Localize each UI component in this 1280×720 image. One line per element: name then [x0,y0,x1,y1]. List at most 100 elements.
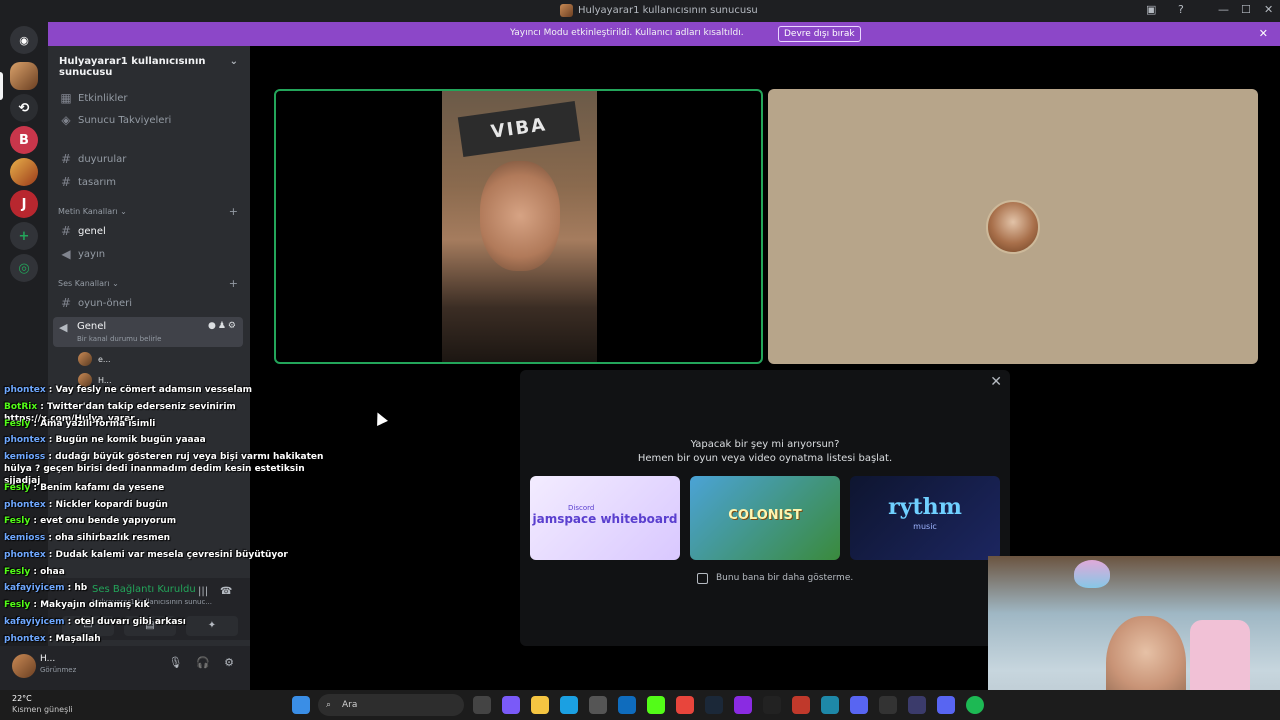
user-panel: H... Görünmez 🎙 🎧 ⚙ [0,646,250,690]
speaker-icon: ◀ [61,247,71,261]
close-banner-icon[interactable]: ✕ [1259,27,1268,40]
channel-label: genel [78,225,106,237]
server-icon-2[interactable]: ⟲ [10,94,38,122]
app-icon-teal[interactable] [821,696,839,714]
copilot-icon[interactable] [502,696,520,714]
inbox-icon[interactable]: ▣ [1146,3,1156,16]
voice-channel-genel[interactable]: ◀ Genel Bir kanal durumu belirle ●♟⚙ [53,317,243,347]
chrome-icon[interactable] [676,696,694,714]
microphone-icon[interactable]: 🎙 [168,656,182,669]
store-icon[interactable] [589,696,607,714]
chat-text: Ama yazılı forma isimli [40,419,156,429]
help-icon[interactable]: ? [1178,3,1184,16]
maximize-button[interactable]: ☐ [1241,3,1251,16]
headphones-icon[interactable]: 🎧 [196,656,210,669]
server-icon-5[interactable]: J [10,190,38,218]
taskbar-search[interactable]: ⌕ Ara [318,694,464,716]
chat-separator: : [30,419,41,429]
modal-prompt: Hemen bir oyun veya video oynatma listes… [637,453,893,464]
start-icon[interactable] [292,696,310,714]
close-icon[interactable]: ✕ [990,374,1002,390]
activity-sublabel: music [913,522,937,531]
server-icon-4[interactable] [10,158,38,186]
activity-card-whiteboard[interactable]: Discord jamspace whiteboard [530,476,680,560]
add-channel-icon[interactable]: + [229,205,238,218]
chat-separator: : [64,583,75,593]
chat-username: phontex [4,550,46,560]
minimize-button[interactable]: — [1218,3,1229,16]
channel-duyurular[interactable]: # duyurular [54,149,244,169]
hash-icon: # [60,224,72,238]
chat-message: kafayiyicem : hb [4,582,340,594]
user-controls: 🎙 🎧 ⚙ [168,656,234,669]
dont-show-again-checkbox[interactable] [697,573,708,584]
chat-username: phontex [4,385,46,395]
outlook-icon[interactable] [618,696,636,714]
chat-message: phontex : Maşallah [4,633,340,645]
task-view-icon[interactable] [473,696,491,714]
discord-home-icon[interactable]: ◉ [10,26,38,54]
channel-yayin[interactable]: ◀ yayın [54,244,244,264]
activity-tag: Discord [568,504,595,512]
spotify-icon[interactable] [966,696,984,714]
edge-icon[interactable] [560,696,578,714]
category-text-channels[interactable]: Metin Kanalları ⌄ + [58,205,238,218]
server-icon-hulyayarar[interactable] [10,62,38,90]
voice-channel-status[interactable]: Bir kanal durumu belirle [77,335,161,343]
channel-label: tasarım [78,176,117,188]
close-window-button[interactable]: ✕ [1264,3,1273,16]
steam-icon[interactable] [705,696,723,714]
discord-taskbar-icon[interactable] [937,696,955,714]
server-name-header[interactable]: Hulyayarar1 kullanıcısının sunucusu ⌄ [59,56,244,78]
channel-tasarim[interactable]: # tasarım [54,172,244,192]
weather-widget[interactable]: 22°C Kısmen güneşli [12,694,73,714]
chat-text: Vay fesly ne cömert adamsın vesselam [55,385,253,395]
disable-streamer-mode-button[interactable]: Devre dışı bırak [778,26,861,42]
chevron-down-icon: ⌄ [229,56,238,67]
server-icon-3[interactable]: B [10,126,38,154]
chat-text: otel duvarı gibi arkası [74,617,186,627]
activity-label: rythm [888,494,962,520]
chat-separator: : [45,533,56,543]
channel-server-boosts[interactable]: ◈ Sunucu Takviyeleri [54,110,244,130]
epic-games-icon[interactable] [763,696,781,714]
app-icon-dark[interactable] [908,696,926,714]
activity-card-colonist[interactable]: COLONIST [690,476,840,560]
gear-icon[interactable]: ⚙ [224,656,234,669]
channel-events[interactable]: ▦ Etkinlikler [54,88,244,108]
camera-feed: VIBA [442,91,597,362]
channel-label: yayın [78,248,106,260]
obs-icon[interactable] [879,696,897,714]
chat-separator: : [30,567,41,577]
avatar[interactable] [12,654,36,678]
app-icon-red[interactable] [792,696,810,714]
video-tile-camera[interactable]: VIBA [274,89,763,364]
chat-text: Benim kafamı da yesene [40,483,165,493]
file-explorer-icon[interactable] [531,696,549,714]
voice-channel-label: Genel [77,321,107,332]
channel-label: Etkinlikler [78,92,128,104]
add-channel-icon[interactable]: + [229,277,238,290]
chat-message: phontex : Dudak kalemi var mesela çevres… [4,549,340,561]
explore-servers-icon[interactable]: ◎ [10,254,38,282]
chat-text: Bugün ne komik bugün yaaaa [55,435,206,445]
chat-separator: : [45,385,56,395]
dont-show-again-label[interactable]: Bunu bana bir daha gösterme. [716,573,853,583]
chat-separator: : [45,634,56,644]
add-server-icon[interactable]: + [10,222,38,250]
app-icon-blue[interactable] [850,696,868,714]
category-voice-channels[interactable]: Ses Kanalları ⌄ + [58,277,238,290]
activity-label: jamspace whiteboard [532,512,678,526]
voice-user-1[interactable]: e... [78,352,111,366]
chat-username: phontex [4,435,46,445]
kick-icon[interactable] [647,696,665,714]
voice-channel-actions[interactable]: ●♟⚙ [208,321,238,331]
channel-oyun-oneri[interactable]: # oyun-öneri [54,293,244,313]
channel-genel[interactable]: # genel [54,221,244,241]
activity-card-rythm[interactable]: rythm music [850,476,1000,560]
video-tile-avatar[interactable] [768,89,1258,364]
chat-username: Fesly [4,516,31,526]
app-icon-purple[interactable] [734,696,752,714]
channel-label: duyurular [78,153,127,165]
chat-message: Fesly : evet onu bende yapıyorum [4,515,340,527]
